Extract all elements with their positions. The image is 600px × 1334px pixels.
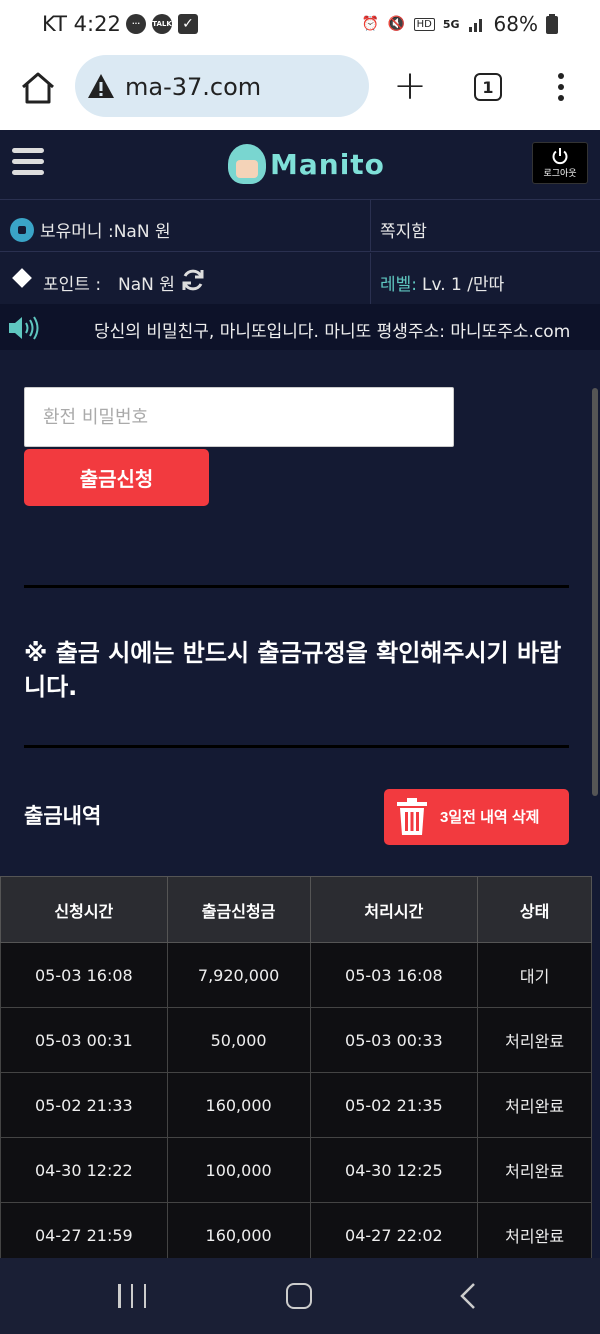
withdraw-request-button[interactable]: 출금신청: [24, 449, 209, 506]
point-cell: 포인트 : NaN 원: [0, 253, 371, 305]
delete-history-button[interactable]: 3일전 내역 삭제: [384, 789, 569, 845]
withdraw-password-input[interactable]: [24, 387, 454, 447]
request-time-cell: 05-02 21:33: [0, 1072, 168, 1138]
speaker-icon: [9, 316, 39, 340]
request-time-cell: 05-03 00:31: [0, 1007, 168, 1073]
warning-icon[interactable]: [87, 73, 115, 99]
status-cell: 대기: [477, 942, 592, 1008]
money-label: 보유머니 :NaN 원: [40, 222, 171, 242]
column-header: 처리시간: [309, 876, 479, 943]
site-logo[interactable]: Manito: [228, 144, 385, 184]
status-cell: 처리완료: [477, 1072, 592, 1138]
page-scrollbar[interactable]: [592, 388, 598, 796]
url-text: ma-37.com: [125, 73, 262, 101]
diamond-icon: [12, 268, 32, 288]
mute-icon: 🔇: [387, 16, 406, 32]
notice-marquee: 당신의 비밀친구, 마니또입니다. 마니또 평생주소: 마니또주소.com: [0, 304, 600, 350]
money-row: 보유머니 :NaN 원 쪽지함: [0, 200, 600, 252]
table-row: 05-03 16:08 7,920,000 05-03 16:08 대기: [0, 942, 592, 1008]
column-header: 신청시간: [0, 876, 168, 943]
amount-cell: 50,000: [166, 1007, 311, 1073]
carrier-time: KT 4:22: [42, 12, 121, 36]
request-time-cell: 04-30 12:22: [0, 1137, 168, 1203]
site-header: Manito 로그아웃: [0, 130, 600, 200]
hamburger-menu-icon[interactable]: [12, 148, 44, 178]
new-tab-plus-icon[interactable]: +: [392, 66, 428, 106]
point-value: NaN 원: [118, 275, 175, 295]
signal-icon: [468, 19, 482, 32]
back-icon[interactable]: [458, 1282, 478, 1310]
status-cell: 처리완료: [477, 1137, 592, 1203]
process-time-cell: 05-02 21:35: [309, 1072, 479, 1138]
notification-icons: ··· TALK ✓: [126, 14, 198, 34]
alarm-icon: ⏰: [361, 16, 380, 32]
table-row: 05-02 21:33 160,000 05-02 21:35 처리완료: [0, 1072, 592, 1138]
home-nav-icon[interactable]: [286, 1283, 312, 1309]
logo-text: Manito: [270, 147, 385, 181]
withdraw-notice: ※ 출금 시에는 반드시 출금규정을 확인해주시기 바랍니다.: [24, 639, 562, 701]
memo-cell[interactable]: 쪽지함: [372, 200, 600, 252]
battery-percent: 68%: [493, 12, 538, 36]
money-ball-icon: [10, 218, 34, 242]
status-cell: 처리완료: [477, 1007, 592, 1073]
column-header: 출금신청금: [166, 876, 311, 943]
browser-toolbar: ma-37.com + 1: [0, 50, 600, 130]
point-label: 포인트 :: [43, 275, 102, 295]
column-header: 상태: [477, 876, 592, 943]
tab-count-button[interactable]: 1: [474, 73, 502, 101]
recent-apps-icon[interactable]: [118, 1284, 146, 1308]
level-value: Lv. 1 /만따: [422, 275, 505, 295]
trash-icon: [397, 798, 427, 835]
logout-button[interactable]: 로그아웃: [532, 142, 588, 184]
marquee-message: 당신의 비밀친구, 마니또입니다. 마니또 평생주소: 마니또주소.com: [94, 322, 571, 342]
logout-label: 로그아웃: [543, 169, 577, 179]
withdraw-history-title: 출금내역: [24, 804, 102, 828]
address-bar[interactable]: ma-37.com: [75, 55, 369, 117]
level-label: 레벨:: [380, 275, 418, 295]
refresh-icon[interactable]: [180, 267, 206, 293]
divider-bottom: [24, 745, 569, 748]
withdraw-history-table: 신청시간 출금신청금 처리시간 상태 05-03 16:08 7,920,000…: [0, 876, 592, 1268]
process-time-cell: 05-03 00:33: [309, 1007, 479, 1073]
table-row: 04-30 12:22 100,000 04-30 12:25 처리완료: [0, 1137, 592, 1203]
level-cell: 레벨: Lv. 1 /만따: [372, 253, 600, 305]
memo-label[interactable]: 쪽지함: [380, 217, 427, 242]
amount-cell: 100,000: [166, 1137, 311, 1203]
process-time-cell: 04-30 12:25: [309, 1137, 479, 1203]
money-cell: 보유머니 :NaN 원: [0, 200, 371, 252]
point-row: 포인트 : NaN 원 레벨: Lv. 1 /만따: [0, 253, 600, 305]
battery-icon: [546, 14, 558, 34]
delete-history-label: 3일전 내역 삭제: [440, 809, 540, 826]
manito-mascot-icon: [228, 144, 266, 184]
network-badge: 5G: [442, 17, 460, 31]
table-row: 05-03 00:31 50,000 05-03 00:33 처리완료: [0, 1007, 592, 1073]
checkbox-icon: ✓: [178, 14, 198, 34]
request-time-cell: 05-03 16:08: [0, 942, 168, 1008]
power-icon: [552, 148, 568, 165]
table-header-row: 신청시간 출금신청금 처리시간 상태: [0, 876, 592, 943]
message-icon: ···: [126, 14, 146, 34]
system-icons: ⏰ 🔇 HD 5G 68%: [362, 12, 558, 36]
amount-cell: 160,000: [166, 1072, 311, 1138]
hd-badge: HD: [413, 17, 435, 31]
divider-top: [24, 585, 569, 588]
kakaotalk-icon: TALK: [152, 14, 172, 34]
home-icon[interactable]: [18, 68, 58, 108]
amount-cell: 7,920,000: [166, 942, 311, 1008]
more-menu-icon[interactable]: [553, 70, 569, 106]
status-bar: KT 4:22 ··· TALK ✓ ⏰ 🔇 HD 5G 68%: [0, 0, 600, 50]
process-time-cell: 05-03 16:08: [309, 942, 479, 1008]
system-nav-bar: [0, 1258, 600, 1334]
